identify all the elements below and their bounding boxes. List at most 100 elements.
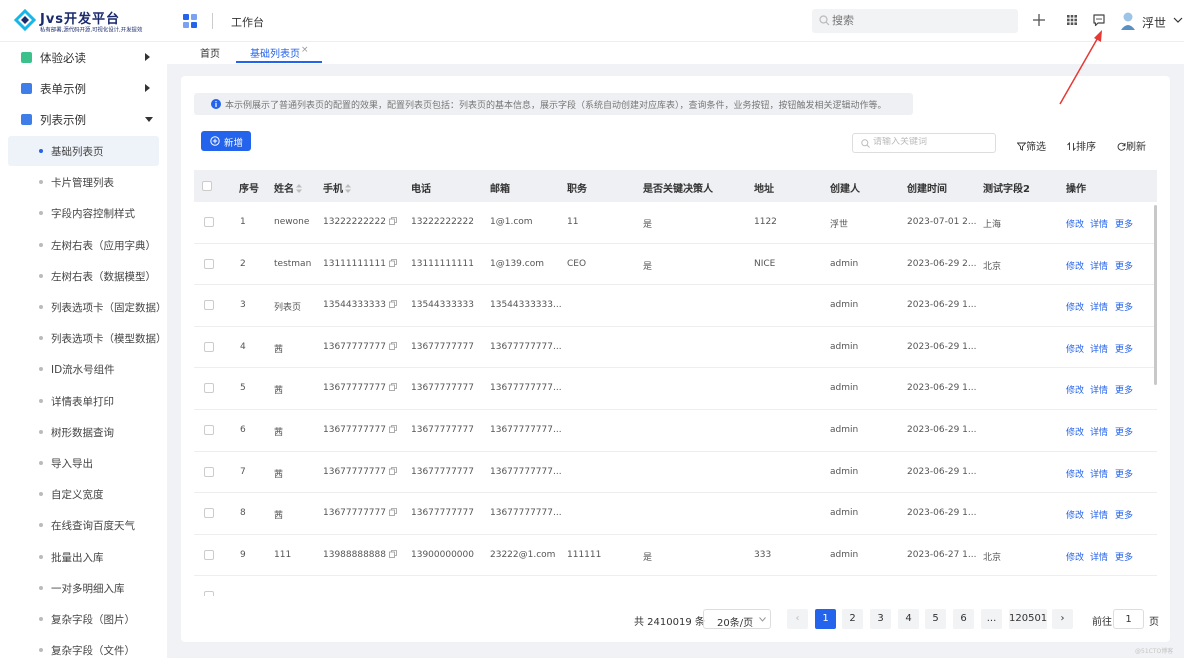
row-action-link[interactable]: 修改 bbox=[1066, 425, 1084, 438]
page-number-button[interactable]: 5 bbox=[925, 609, 946, 629]
sidebar-item[interactable]: ID流水号组件 bbox=[8, 354, 159, 384]
row-action-link[interactable]: 修改 bbox=[1066, 300, 1084, 313]
row-action-link[interactable]: 更多 bbox=[1115, 342, 1133, 355]
row-action-link[interactable]: 更多 bbox=[1115, 383, 1133, 396]
page-number-button[interactable]: 3 bbox=[870, 609, 891, 629]
row-action-link[interactable]: 更多 bbox=[1115, 467, 1133, 480]
menu-grid-icon[interactable] bbox=[183, 14, 197, 28]
sidebar-group-lists[interactable]: 列表示例 bbox=[0, 104, 167, 135]
sidebar-item[interactable]: 复杂字段（文件） bbox=[8, 635, 159, 658]
sidebar-group-intro[interactable]: 体验必读 bbox=[0, 42, 167, 73]
row-action-link[interactable]: 详情 bbox=[1090, 300, 1108, 313]
copy-icon[interactable] bbox=[389, 425, 397, 433]
sidebar-item[interactable]: 批量出入库 bbox=[8, 542, 159, 572]
row-action-link[interactable]: 详情 bbox=[1090, 425, 1108, 438]
table-scrollbar[interactable] bbox=[1154, 205, 1157, 385]
row-action-link[interactable]: 修改 bbox=[1066, 467, 1084, 480]
sidebar-item[interactable]: 一对多明细入库 bbox=[8, 573, 159, 603]
sidebar-item[interactable]: 基础列表页 bbox=[8, 136, 159, 166]
row-action-link[interactable]: 修改 bbox=[1066, 508, 1084, 521]
add-button[interactable]: 新增 bbox=[201, 131, 251, 151]
row-action-link[interactable]: 修改 bbox=[1066, 342, 1084, 355]
row-checkbox[interactable] bbox=[204, 217, 214, 227]
copy-icon[interactable] bbox=[389, 217, 397, 225]
refresh-button[interactable]: 刷新 bbox=[1117, 138, 1146, 153]
keyword-search[interactable] bbox=[852, 133, 996, 153]
message-icon[interactable] bbox=[1091, 12, 1107, 28]
row-action-link[interactable]: 更多 bbox=[1115, 508, 1133, 521]
row-action-link[interactable]: 更多 bbox=[1115, 300, 1133, 313]
page-number-button[interactable]: 1 bbox=[815, 609, 836, 629]
row-action-link[interactable]: 修改 bbox=[1066, 217, 1084, 230]
row-action-link[interactable]: 详情 bbox=[1090, 383, 1108, 396]
sidebar-item[interactable]: 自定义宽度 bbox=[8, 479, 159, 509]
sidebar-item[interactable]: 导入导出 bbox=[8, 448, 159, 478]
column-header-sortable[interactable]: 姓名 bbox=[274, 180, 302, 195]
select-all-checkbox[interactable] bbox=[202, 181, 212, 191]
page-size-select[interactable]: 20条/页 bbox=[703, 609, 771, 629]
sort-button[interactable]: 排序 bbox=[1067, 138, 1096, 153]
next-page-button[interactable]: › bbox=[1052, 609, 1073, 629]
cell-text: 1@139.com bbox=[490, 258, 544, 269]
row-checkbox[interactable] bbox=[204, 341, 214, 352]
prev-page-button[interactable]: ‹ bbox=[787, 609, 808, 629]
copy-icon[interactable] bbox=[389, 549, 397, 558]
copy-icon[interactable] bbox=[389, 300, 397, 309]
row-checkbox[interactable] bbox=[204, 508, 214, 519]
sidebar-item[interactable]: 树形数据查询 bbox=[8, 417, 159, 447]
keyword-input[interactable] bbox=[873, 137, 991, 147]
sidebar-item[interactable]: 字段内容控制样式 bbox=[8, 198, 159, 228]
copy-icon[interactable] bbox=[389, 466, 397, 475]
row-action-link[interactable]: 修改 bbox=[1066, 259, 1084, 272]
column-header-sortable[interactable]: 手机 bbox=[323, 180, 351, 195]
row-action-link[interactable]: 详情 bbox=[1090, 550, 1108, 563]
apps-grid-icon[interactable] bbox=[1064, 12, 1080, 28]
logo[interactable]: Jvs开发平台 私有部署,源代码开源,可视化设计,开发提效 bbox=[14, 7, 144, 35]
row-action-link[interactable]: 详情 bbox=[1090, 467, 1108, 480]
copy-icon[interactable] bbox=[389, 258, 397, 267]
copy-icon[interactable] bbox=[389, 383, 397, 392]
cell-text: 13988888888 bbox=[323, 549, 386, 560]
page-number-button[interactable]: 4 bbox=[898, 609, 919, 629]
search-input[interactable] bbox=[832, 14, 1002, 27]
sidebar-group-forms[interactable]: 表单示例 bbox=[0, 73, 167, 104]
plus-icon[interactable] bbox=[1031, 12, 1047, 28]
row-checkbox[interactable] bbox=[204, 591, 214, 596]
sidebar-item[interactable]: 列表选项卡（模型数据） bbox=[8, 323, 167, 353]
sidebar-item[interactable]: 详情表单打印 bbox=[8, 386, 159, 416]
close-icon[interactable]: × bbox=[301, 45, 309, 55]
page-number-button[interactable]: 6 bbox=[953, 609, 974, 629]
row-checkbox[interactable] bbox=[204, 258, 214, 269]
page-number-button[interactable]: 120501 bbox=[1009, 609, 1048, 629]
row-action-link[interactable]: 修改 bbox=[1066, 383, 1084, 396]
row-checkbox[interactable] bbox=[204, 466, 214, 477]
sidebar-item[interactable]: 卡片管理列表 bbox=[8, 167, 159, 197]
goto-page-input[interactable] bbox=[1113, 609, 1144, 629]
sidebar-item[interactable]: 列表选项卡（固定数据） bbox=[8, 292, 167, 322]
row-checkbox[interactable] bbox=[204, 383, 214, 394]
global-search[interactable] bbox=[812, 9, 1018, 33]
sidebar-item[interactable]: 左树右表（数据模型） bbox=[8, 261, 159, 291]
row-action-link[interactable]: 详情 bbox=[1090, 508, 1108, 521]
row-action-link[interactable]: 修改 bbox=[1066, 550, 1084, 563]
row-action-link[interactable]: 更多 bbox=[1115, 550, 1133, 563]
filter-button[interactable]: 筛选 bbox=[1016, 138, 1046, 153]
row-action-link[interactable]: 更多 bbox=[1115, 217, 1133, 230]
sidebar-item[interactable]: 在线查询百度天气 bbox=[8, 510, 159, 540]
sidebar-item[interactable]: 复杂字段（图片） bbox=[8, 604, 159, 634]
row-checkbox[interactable] bbox=[204, 549, 214, 560]
page-number-button[interactable]: 2 bbox=[842, 609, 863, 629]
sidebar-item[interactable]: 左树右表（应用字典） bbox=[8, 230, 159, 260]
row-checkbox[interactable] bbox=[204, 425, 214, 435]
row-action-link[interactable]: 更多 bbox=[1115, 425, 1133, 438]
row-action-link[interactable]: 详情 bbox=[1090, 259, 1108, 272]
ellipsis-icon[interactable]: ... bbox=[981, 609, 1002, 629]
copy-icon[interactable] bbox=[389, 341, 397, 350]
copy-icon[interactable] bbox=[389, 508, 397, 517]
row-action-link[interactable]: 更多 bbox=[1115, 259, 1133, 272]
row-action-link[interactable]: 详情 bbox=[1090, 342, 1108, 355]
row-action-link[interactable]: 详情 bbox=[1090, 217, 1108, 230]
tab-basic-list[interactable]: 基础列表页 bbox=[250, 45, 300, 60]
row-checkbox[interactable] bbox=[204, 300, 214, 311]
tab-home[interactable]: 首页 bbox=[200, 45, 220, 60]
